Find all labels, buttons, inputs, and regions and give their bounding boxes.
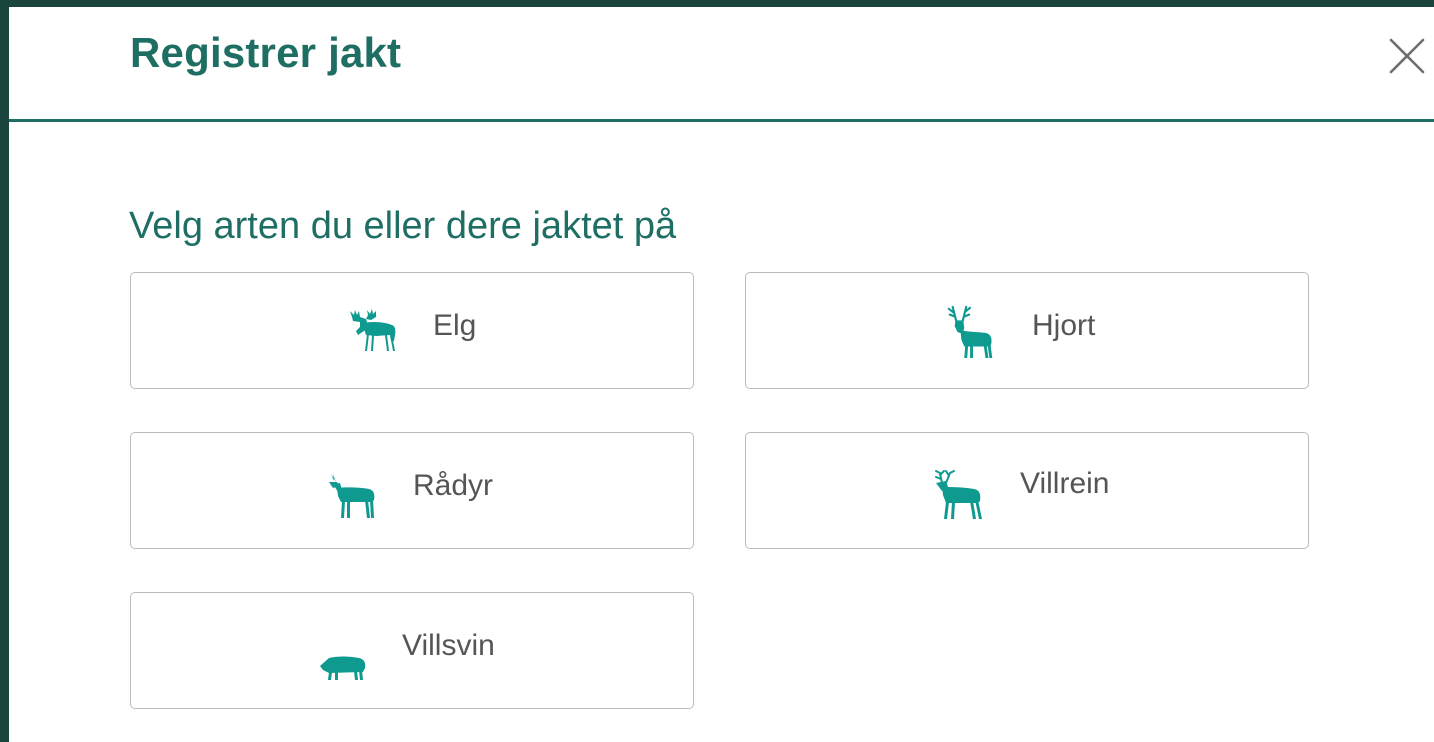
species-label: Rådyr (413, 469, 494, 502)
register-hunt-dialog: Registrer jakt Velg arten du eller dere … (9, 7, 1434, 742)
roe-deer-icon (329, 474, 375, 518)
species-button-elg[interactable]: Elg (130, 272, 694, 389)
close-button[interactable] (1387, 36, 1427, 76)
close-icon (1389, 38, 1425, 74)
species-button-villrein[interactable]: Villrein (745, 432, 1309, 549)
species-button-villsvin[interactable]: Villsvin (130, 592, 694, 709)
species-label: Hjort (1032, 309, 1096, 342)
wild-boar-icon (320, 656, 366, 680)
species-label: Villrein (1020, 467, 1110, 500)
reindeer-icon (935, 470, 982, 519)
dialog-title: Registrer jakt (130, 29, 402, 76)
species-label: Elg (433, 309, 477, 342)
species-prompt: Velg arten du eller dere jaktet på (129, 205, 677, 247)
red-deer-icon (947, 305, 993, 359)
dialog-header: Registrer jakt (9, 7, 1434, 122)
species-button-hjort[interactable]: Hjort (745, 272, 1309, 389)
species-label: Villsvin (402, 629, 495, 662)
moose-icon (350, 309, 396, 351)
species-button-radyr[interactable]: Rådyr (130, 432, 694, 549)
